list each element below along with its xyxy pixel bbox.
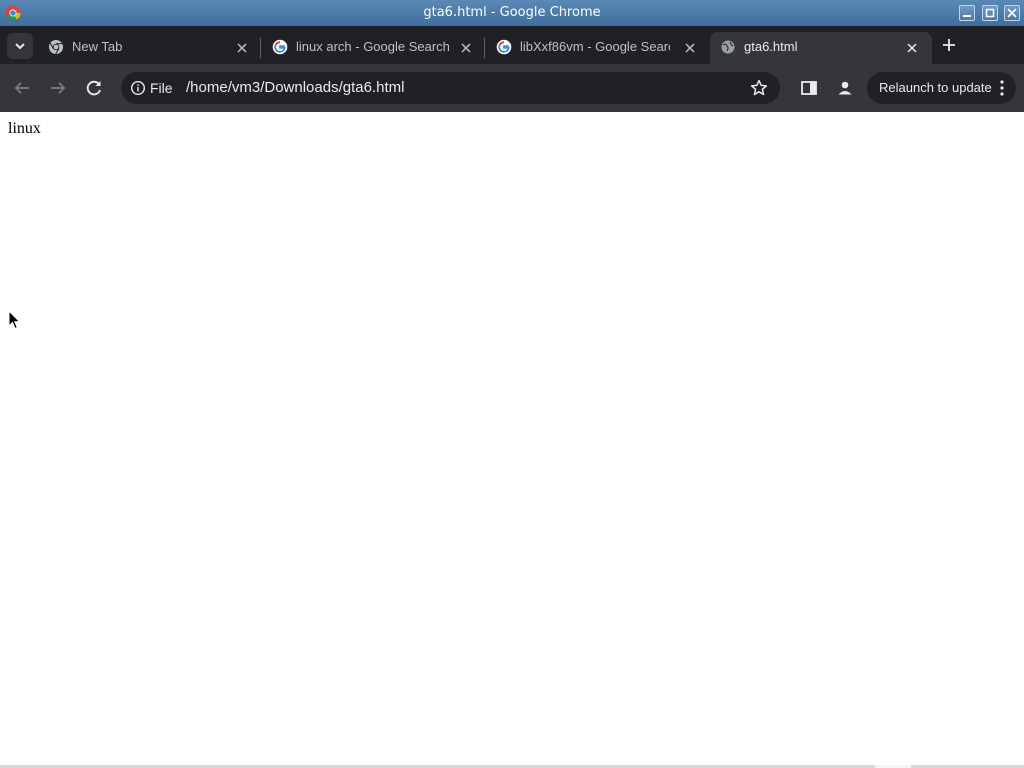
google-icon xyxy=(272,39,288,55)
tab-search-button[interactable] xyxy=(7,33,33,59)
close-icon xyxy=(1007,8,1017,18)
bookmark-star-icon[interactable] xyxy=(749,78,769,98)
close-tab-icon[interactable] xyxy=(682,40,698,56)
profile-icon[interactable] xyxy=(835,78,855,98)
minimize-icon xyxy=(963,15,971,17)
close-tab-icon[interactable] xyxy=(904,40,920,56)
url-text[interactable]: /home/vm3/Downloads/gta6.html xyxy=(186,79,404,96)
tab-libxxf86vm[interactable]: libXxf86vm - Google Search xyxy=(496,32,708,64)
tab-label: New Tab xyxy=(72,39,123,54)
tab-new-tab[interactable]: New Tab xyxy=(48,32,260,64)
close-window-button[interactable] xyxy=(1004,5,1020,21)
page-content xyxy=(0,112,1024,768)
close-tab-icon[interactable] xyxy=(458,40,474,56)
tab-divider xyxy=(260,38,261,58)
window-titlebar: gta6.html - Google Chrome xyxy=(0,0,1024,26)
chevron-down-icon xyxy=(15,43,25,50)
tab-label: libXxf86vm - Google Search xyxy=(520,39,670,54)
relaunch-label[interactable]: Relaunch to update xyxy=(879,80,992,95)
mouse-cursor-icon xyxy=(8,310,20,330)
window-title: gta6.html - Google Chrome xyxy=(423,5,601,20)
reload-icon[interactable] xyxy=(82,76,106,100)
tab-linux-arch[interactable]: linux arch - Google Search xyxy=(272,32,484,64)
google-icon xyxy=(496,39,512,55)
back-icon[interactable] xyxy=(10,76,34,100)
new-tab-icon[interactable] xyxy=(940,36,958,54)
minimize-button[interactable] xyxy=(959,5,975,21)
tab-label: gta6.html xyxy=(744,39,798,54)
forward-icon[interactable] xyxy=(46,76,70,100)
site-info-label[interactable]: File xyxy=(150,80,173,96)
info-icon[interactable] xyxy=(130,80,146,96)
tab-divider xyxy=(484,38,485,58)
more-menu-icon[interactable] xyxy=(996,79,1008,97)
chrome-icon xyxy=(49,40,63,55)
tab-gta6[interactable]: gta6.html xyxy=(710,32,932,64)
tab-label: linux arch - Google Search xyxy=(296,39,450,54)
maximize-button[interactable] xyxy=(982,5,998,21)
side-panel-icon[interactable] xyxy=(799,78,819,98)
page-text: linux xyxy=(8,120,41,137)
maximize-icon xyxy=(985,8,995,18)
globe-icon xyxy=(721,40,735,54)
close-tab-icon[interactable] xyxy=(234,40,250,56)
